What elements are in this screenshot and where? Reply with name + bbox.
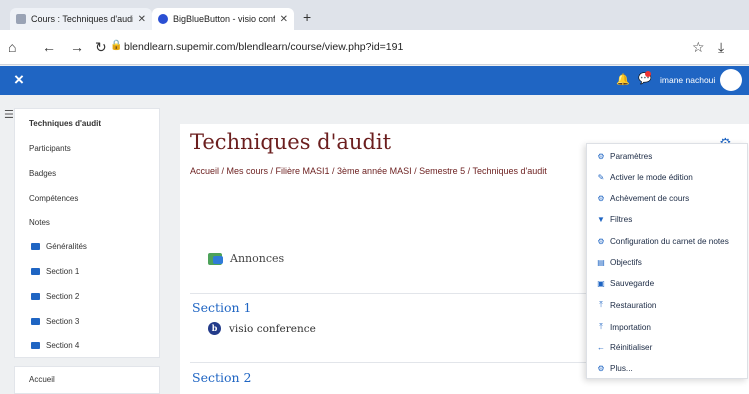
sidebar-item-badges[interactable]: Badges: [15, 169, 161, 178]
table-icon: ▤: [597, 258, 605, 267]
back-icon[interactable]: ←: [42, 39, 56, 55]
forum-icon: [208, 252, 223, 265]
breadcrumb[interactable]: Accueil / Mes cours / Filière MASI1 / 3è…: [190, 166, 547, 176]
menu-item-parametres[interactable]: ⚙ Paramètres: [597, 152, 652, 161]
sidebar-item-section-4[interactable]: Section 4: [15, 341, 161, 350]
reload-icon[interactable]: ↻: [95, 39, 107, 56]
tab-course[interactable]: Cours : Techniques d'audit ✕: [10, 8, 152, 30]
announcements-activity[interactable]: Annonces: [208, 252, 284, 265]
filter-icon: ▼: [597, 215, 605, 224]
menu-item-import[interactable]: ⤒ Importation: [597, 322, 651, 332]
browser-tabbar: Cours : Techniques d'audit ✕ BigBlueButt…: [0, 0, 749, 30]
sidebar-item-section-2[interactable]: Section 2: [15, 292, 161, 301]
sidebar-item-section-1[interactable]: Section 1: [15, 267, 161, 276]
menu-item-outcomes[interactable]: ▤ Objectifs: [597, 258, 642, 267]
bell-icon[interactable]: 🔔: [616, 73, 630, 86]
lock-icon: 🔒: [110, 40, 123, 51]
file-icon: ▣: [597, 279, 605, 288]
menu-item-completion[interactable]: ⚙ Achèvement de cours: [597, 194, 689, 203]
close-drawer-button[interactable]: ×: [14, 70, 24, 90]
hamburger-icon[interactable]: ☰: [4, 108, 14, 121]
bookmark-star-icon[interactable]: ☆: [692, 39, 705, 56]
tab-label: BigBlueButton - visio conferen: [173, 14, 275, 24]
forward-icon[interactable]: →: [70, 39, 84, 55]
menu-item-more[interactable]: ⚙ Plus...: [597, 364, 632, 373]
upload-icon: ⤒: [599, 300, 603, 309]
gear-icon: ⚙: [597, 364, 605, 373]
sidebar-item-competences[interactable]: Compétences: [15, 194, 161, 203]
section-divider: [190, 362, 590, 363]
menu-item-filters[interactable]: ▼ Filtres: [597, 215, 632, 224]
gear-icon: ⚙: [597, 152, 605, 161]
tab-label: Cours : Techniques d'audit: [31, 14, 133, 24]
download-icon[interactable]: ⤓: [718, 39, 724, 56]
site-navbar: × 🔔 💬 imane nachoui: [0, 66, 749, 95]
gear-icon: ⚙: [597, 237, 605, 246]
folder-icon: [31, 342, 40, 350]
pencil-icon: ✎: [597, 173, 605, 182]
avatar[interactable]: [720, 69, 742, 91]
page-title: Techniques d'audit: [190, 130, 392, 154]
menu-item-edit-mode[interactable]: ✎ Activer le mode édition: [597, 173, 693, 182]
folder-icon: [31, 318, 40, 326]
folder-icon: [31, 293, 40, 301]
close-tab-icon[interactable]: ✕: [138, 14, 146, 25]
nav-drawer: Techniques d'audit Participants Badges C…: [14, 108, 160, 358]
folder-icon: [31, 243, 40, 251]
sidebar-item-participants[interactable]: Participants: [15, 144, 161, 153]
folder-icon: [31, 268, 40, 276]
home-icon[interactable]: ⌂: [8, 39, 16, 55]
close-tab-icon[interactable]: ✕: [280, 14, 288, 25]
address-bar-row: ⌂ ← → ↻ 🔒 blendlearn.supemir.com/blendle…: [0, 30, 749, 65]
menu-item-restore[interactable]: ⤒ Restauration: [597, 300, 656, 310]
sidebar-item-home[interactable]: Accueil: [15, 375, 161, 384]
url-field[interactable]: blendlearn.supemir.com/blendlearn/course…: [124, 41, 403, 53]
sidebar-item-notes[interactable]: Notes: [15, 218, 161, 227]
tab-bigbluebutton[interactable]: BigBlueButton - visio conferen ✕: [152, 8, 294, 30]
arrow-left-icon: ←: [597, 343, 605, 352]
section-divider: [190, 293, 590, 294]
visio-label[interactable]: visio conference: [229, 323, 316, 335]
notification-badge: [645, 71, 651, 77]
bigbluebutton-favicon-icon: [158, 14, 168, 24]
moodle-favicon-icon: [16, 14, 26, 24]
announcements-label[interactable]: Annonces: [230, 252, 284, 265]
menu-item-backup[interactable]: ▣ Sauvegarde: [597, 279, 654, 288]
menu-item-gradebook-setup[interactable]: ⚙ Configuration du carnet de notes: [597, 237, 728, 246]
nav-drawer-home-block: Accueil: [14, 366, 160, 394]
new-tab-button[interactable]: +: [303, 9, 311, 25]
upload-icon: ⤒: [599, 322, 603, 331]
bigbluebutton-icon: b: [208, 322, 221, 335]
gear-icon: ⚙: [597, 194, 605, 203]
sidebar-item-generalites[interactable]: Généralités: [15, 242, 161, 251]
sidebar-item-course[interactable]: Techniques d'audit: [15, 119, 161, 128]
visio-activity[interactable]: b visio conference: [208, 322, 316, 335]
sidebar-item-section-3[interactable]: Section 3: [15, 317, 161, 326]
course-actions-menu: ⚙ Paramètres ✎ Activer le mode édition ⚙ Ac…: [586, 143, 748, 379]
section-1-title[interactable]: Section 1: [192, 300, 252, 315]
user-name[interactable]: imane nachoui: [660, 75, 715, 85]
section-2-title[interactable]: Section 2: [192, 370, 252, 385]
menu-item-reset[interactable]: ← Réinitialiser: [597, 343, 652, 352]
